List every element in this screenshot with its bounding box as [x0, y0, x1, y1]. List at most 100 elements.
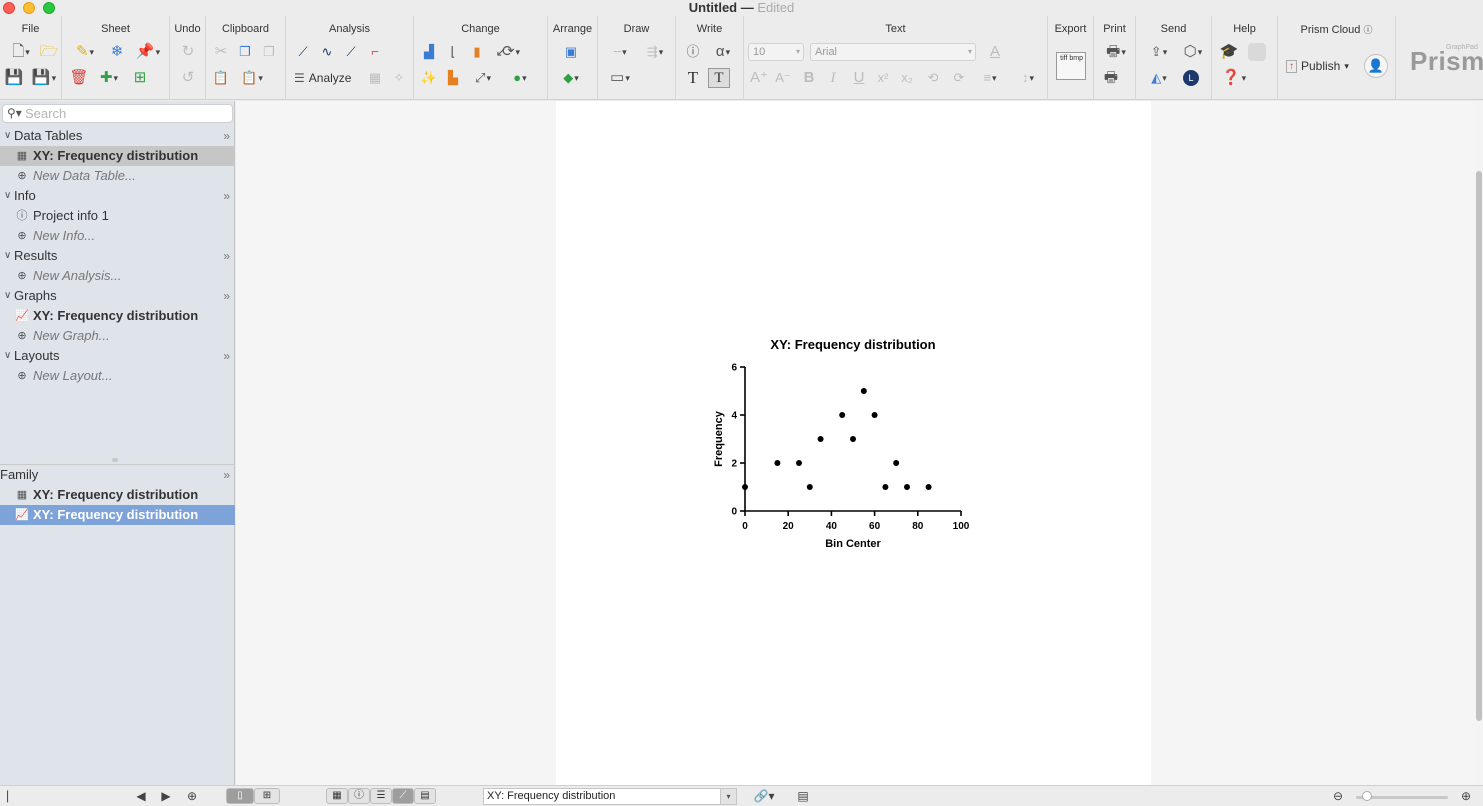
zoom-graph-icon[interactable]: ⤢ [468, 68, 498, 88]
expand-icon[interactable]: » [223, 186, 230, 206]
link-icon[interactable]: 🔗▾ [750, 788, 778, 804]
text-tool-icon[interactable]: T [682, 68, 704, 88]
align-text-icon[interactable]: ≡ [974, 68, 1006, 88]
superscript-icon[interactable]: x² [872, 68, 894, 88]
graphs-view-button[interactable]: ⟋ [392, 788, 414, 804]
section-results[interactable]: ∨ Results » [0, 246, 235, 266]
minimize-window-button[interactable] [23, 2, 35, 14]
sidebar-item-new-info[interactable]: ⊕ New Info... [0, 226, 235, 246]
graph-page[interactable]: XY: Frequency distribution 0 2 4 6 0 20 40 60 8… [556, 101, 1151, 785]
axes-icon[interactable]: ⌊ [442, 42, 464, 62]
linear-regression-icon[interactable]: ⟋ [292, 42, 314, 62]
expand-icon[interactable]: » [223, 286, 230, 306]
bold-icon[interactable]: B [798, 68, 820, 88]
align-objects-icon[interactable]: ◆ [556, 68, 586, 88]
redo-icon[interactable]: ↻ [177, 42, 199, 62]
subscript-icon[interactable]: x₂ [896, 68, 918, 88]
decrease-font-icon[interactable]: A⁻ [772, 68, 794, 88]
text-color-icon[interactable]: A [984, 42, 1006, 62]
family-item-graph[interactable]: 📈 XY: Frequency distribution [0, 505, 235, 525]
info-text-icon[interactable]: ⓘ [682, 42, 704, 62]
feedback-icon[interactable] [1246, 42, 1268, 62]
sidebar-item-data-table[interactable]: ▦ XY: Frequency distribution [0, 146, 235, 166]
expand-icon[interactable]: » [223, 465, 230, 485]
data-point[interactable] [839, 412, 846, 418]
rotate-text-right-icon[interactable]: ⟳ [948, 68, 970, 88]
send-powerpoint-icon[interactable]: ◭ [1144, 68, 1174, 88]
data-point[interactable] [774, 460, 781, 466]
share-icon[interactable]: ⇪ [1144, 42, 1174, 62]
magic-icon[interactable]: ✨ [418, 68, 440, 88]
learn-icon[interactable]: 🎓 [1218, 42, 1240, 62]
maximize-window-button[interactable] [43, 2, 55, 14]
data-point[interactable] [796, 460, 802, 466]
expand-icon[interactable]: » [223, 126, 230, 146]
format-graph-icon[interactable]: ▙ [442, 68, 464, 88]
export-icon[interactable]: tiff bmp [1056, 52, 1086, 80]
analyze-button[interactable]: ☰ Analyze [294, 71, 351, 85]
table-analysis-icon[interactable]: ▦ [364, 68, 386, 88]
sidebar-item-new-graph[interactable]: ⊕ New Graph... [0, 326, 235, 346]
survival-analysis-icon[interactable]: ⌐ [364, 42, 386, 62]
publish-button[interactable]: ↑ Publish ▾ [1286, 59, 1349, 73]
open-file-icon[interactable]: 🗁 [38, 42, 60, 62]
user-avatar-icon[interactable]: 👤 [1364, 54, 1388, 78]
data-point[interactable] [806, 484, 813, 490]
results-view-button[interactable]: ☰ [370, 788, 392, 804]
next-sheet-icon[interactable]: ▶ [159, 788, 173, 804]
rectangle-icon[interactable]: ▭ [604, 68, 636, 88]
previous-sheet-icon[interactable]: ◀ [134, 788, 148, 804]
save-as-icon[interactable]: 💾 [29, 68, 59, 88]
lab-archives-icon[interactable]: L [1180, 68, 1202, 88]
zoom-out-icon[interactable]: ⊖ [1329, 788, 1347, 804]
pin-icon[interactable]: 📌 [132, 42, 164, 62]
duplicate-sheet-icon[interactable]: ⊞ [129, 68, 151, 88]
close-window-button[interactable] [3, 2, 15, 14]
single-view-button[interactable]: ▯ [226, 788, 254, 804]
italic-icon[interactable]: I [822, 68, 844, 88]
go-to-sheet-icon[interactable]: ⊕ [184, 788, 200, 804]
increase-font-icon[interactable]: A⁺ [748, 68, 770, 88]
connector-icon[interactable]: ⇶ [640, 42, 670, 62]
zoom-slider-knob[interactable] [1362, 791, 1372, 801]
highlight-sheet-icon[interactable]: ✎ [70, 42, 100, 62]
search-input[interactable]: ⚲▾ Search [2, 104, 233, 123]
data-tables-view-button[interactable]: ▦ [326, 788, 348, 804]
data-point[interactable] [742, 484, 748, 490]
sidebar-item-graph[interactable]: 📈 XY: Frequency distribution [0, 306, 235, 326]
data-point[interactable] [882, 484, 889, 490]
section-info[interactable]: ∨ Info » [0, 186, 235, 206]
send-package-icon[interactable]: ⬡ [1178, 42, 1208, 62]
line-spacing-icon[interactable]: ↕ [1012, 68, 1044, 88]
save-icon[interactable]: 💾 [3, 68, 25, 88]
copy-icon[interactable]: ❐ [234, 42, 256, 62]
section-data-tables[interactable]: ∨ Data Tables » [0, 126, 235, 146]
data-point[interactable] [904, 484, 910, 490]
data-point[interactable] [817, 436, 824, 442]
symbol-icon[interactable]: α [708, 42, 738, 62]
gallery-view-button[interactable]: ⊞ [254, 788, 280, 804]
bar-chart-icon[interactable]: ▮ [466, 42, 488, 62]
paste-icon[interactable]: 📋 [210, 68, 232, 88]
sidebar-item-new-data-table[interactable]: ⊕ New Data Table... [0, 166, 235, 186]
freeze-icon[interactable]: ❄ [106, 42, 128, 62]
scatter-chart[interactable]: XY: Frequency distribution 0 2 4 6 0 20 40 60 8… [556, 101, 1151, 785]
underline-icon[interactable]: U [848, 68, 870, 88]
chart-title[interactable]: XY: Frequency distribution [770, 337, 935, 352]
color-scheme-icon[interactable]: ● [504, 68, 536, 88]
expand-icon[interactable]: » [223, 346, 230, 366]
paste-special-icon[interactable]: ❐ [258, 42, 280, 62]
draw-line-icon[interactable]: ╌ [604, 42, 636, 62]
new-file-icon[interactable]: 🗋 [6, 42, 36, 62]
arrange-box-icon[interactable]: ▣ [560, 42, 582, 62]
magic-wand-icon[interactable]: ✧ [388, 68, 410, 88]
change-graph-type-icon[interactable]: ▟ [418, 42, 440, 62]
new-sheet-icon[interactable]: ✚ [94, 68, 124, 88]
sheet-selector[interactable]: XY: Frequency distribution ▾ [483, 788, 737, 805]
info-view-button[interactable]: ⓘ [348, 788, 370, 804]
data-point[interactable] [860, 388, 867, 394]
layouts-view-button[interactable]: ▤ [414, 788, 436, 804]
curve-fit-icon[interactable]: ⟋ [340, 42, 362, 62]
cut-icon[interactable]: ✂ [210, 42, 232, 62]
sidebar-item-new-layout[interactable]: ⊕ New Layout... [0, 366, 235, 386]
